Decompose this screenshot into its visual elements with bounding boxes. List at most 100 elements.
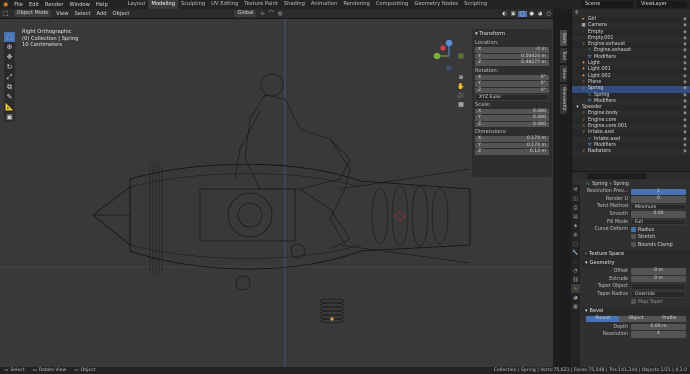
pan-icon[interactable]: ✋ (457, 83, 465, 92)
annotate-icon[interactable]: ✎ (4, 92, 15, 102)
shading-material-icon[interactable]: ◕ (536, 11, 545, 17)
mode-selector[interactable]: Object Mode (13, 10, 52, 17)
texture-space-panel[interactable]: › Texture Space (582, 249, 690, 258)
shading-solid-icon[interactable]: ● (527, 11, 536, 17)
bevel-round-button[interactable]: Round (586, 315, 620, 323)
taper-radius-dropdown[interactable]: Override (631, 291, 686, 298)
view-layer-icon[interactable]: ▤ (571, 212, 580, 221)
navigation-gizmo[interactable] (432, 39, 466, 73)
smooth-row: Smooth 0.00 (583, 211, 690, 219)
transform-header[interactable]: ▾ Transform (472, 29, 552, 39)
bevel-profile-button[interactable]: Profile (652, 315, 686, 323)
scale-icon[interactable]: ⤢ (4, 72, 15, 82)
menu-add[interactable]: Add (94, 11, 110, 17)
select-box-icon[interactable]: ⬚ (4, 32, 15, 42)
geometry-panel[interactable]: ▾ Geometry (582, 258, 690, 267)
outliner-item-icon: ▿ (582, 42, 585, 48)
measure-icon[interactable]: 📐 (4, 102, 15, 112)
dimensions-z-field[interactable]: Z 0.13 m (475, 149, 549, 156)
outliner-item[interactable]: ▿ Radiators ◉ (572, 149, 690, 156)
particles-icon[interactable]: ∴ (571, 257, 580, 266)
cursor-icon[interactable]: ⊕ (4, 42, 15, 52)
menu-help[interactable]: Help (93, 2, 111, 8)
properties-search-input[interactable] (587, 173, 647, 179)
curve-data-tab-icon[interactable]: ∿ (571, 284, 580, 293)
constraints-icon[interactable]: ⛓ (571, 275, 580, 284)
resolution-field[interactable]: 4 (631, 331, 686, 338)
modifier-properties-icon[interactable]: 🔧 (571, 248, 580, 257)
orientation-selector[interactable]: Global (234, 10, 257, 17)
blender-logo-icon[interactable]: ◉ (0, 1, 11, 8)
world-properties-icon[interactable]: ◍ (571, 230, 580, 239)
shading-wire-icon[interactable]: ◯ (517, 10, 528, 17)
xray-icon[interactable]: ▣ (509, 11, 518, 17)
overlay-icon[interactable]: ◐ (500, 11, 509, 17)
tab-scripting[interactable]: Scripting (461, 0, 490, 9)
add-cube-icon[interactable]: ▣ (4, 112, 15, 122)
view-layer-selector[interactable]: ViewLayer (637, 1, 687, 8)
tab-shading[interactable]: Shading (281, 0, 308, 9)
resolution-preview-field[interactable]: 1 (631, 188, 686, 196)
shading-render-icon[interactable]: ○ (544, 11, 553, 17)
render-u-field[interactable]: 0 (631, 196, 686, 203)
snap-icon[interactable]: ⌒ (267, 10, 276, 17)
filter-icon[interactable]: ⚲ (575, 10, 579, 16)
tool-properties-icon[interactable]: ⚒ (571, 185, 580, 194)
depth-field[interactable]: 0.09 m (631, 323, 686, 331)
menu-render[interactable]: Render (42, 2, 66, 8)
tab-sculpting[interactable]: Sculpting (178, 0, 208, 9)
camera-view-icon[interactable]: 🎥 (457, 92, 465, 101)
scene-properties-icon[interactable]: ◈ (571, 221, 580, 230)
sidebar-n-panel: ▾ Transform Location: X -0 m Y 0.50424 m Z… (472, 29, 552, 177)
fill-mode-dropdown[interactable]: Full (631, 218, 686, 226)
move-icon[interactable]: ✥ (4, 52, 15, 62)
taper-object-field[interactable] (631, 283, 686, 290)
smooth-field[interactable]: 0.00 (631, 211, 686, 218)
bounds-clamp-checkbox[interactable]: Bounds Clamp (631, 241, 673, 248)
outliner-tree: ▸ Girl ◉ ■ Camera ◉ · Empty ◉ · Empty.001 ◉ ▿ Engine.… (572, 17, 690, 156)
physics-icon[interactable]: ◔ (571, 266, 580, 275)
3d-viewport[interactable]: Right Orthographic (0) Collection | Spri… (0, 19, 553, 367)
menu-select[interactable]: Select (71, 11, 93, 17)
ortho-toggle-icon[interactable]: ▦ (457, 101, 465, 110)
offset-field[interactable]: 0 m (631, 268, 686, 275)
tab-rendering[interactable]: Rendering (340, 0, 373, 9)
scene-selector[interactable]: Scene (581, 1, 633, 8)
menu-edit[interactable]: Edit (26, 2, 42, 8)
menu-object[interactable]: Object (110, 11, 133, 17)
rotate-icon[interactable]: ↻ (4, 62, 15, 72)
editor-type-icon[interactable]: ⬚ (0, 10, 12, 17)
menu-file[interactable]: File (11, 2, 26, 8)
extrude-field[interactable]: 0 m (631, 275, 686, 283)
radius-checkbox[interactable]: Radius (631, 226, 654, 233)
object-properties-icon[interactable]: ▢ (571, 239, 580, 248)
tab-compositing[interactable]: Compositing (373, 0, 412, 9)
twist-method-dropdown[interactable]: Minimum (631, 203, 686, 211)
visibility-eye-icon[interactable]: ◉ (683, 149, 687, 155)
render-properties-icon[interactable]: ◫ (571, 194, 580, 203)
proportional-icon[interactable]: ◎ (276, 11, 285, 17)
menu-window[interactable]: Window (66, 2, 92, 8)
tab-blenderkit[interactable]: BlenderKit (560, 84, 567, 115)
tab-item[interactable]: Item (560, 30, 567, 47)
tab-layout[interactable]: Layout (125, 0, 149, 9)
tab-modeling[interactable]: Modeling (148, 0, 178, 9)
scale-label: Scale: (475, 101, 491, 108)
tab-geometry-nodes[interactable]: Geometry Nodes (411, 0, 461, 9)
tab-animation[interactable]: Animation (308, 0, 340, 9)
pivot-icon[interactable]: ⊹ (258, 11, 266, 17)
tab-uv-editing[interactable]: UV Editing (208, 0, 241, 9)
zoom-icon[interactable]: ⊕ (457, 74, 465, 83)
tab-texture-paint[interactable]: Texture Paint (241, 0, 280, 9)
bevel-object-button[interactable]: Object (619, 315, 653, 323)
menu-view[interactable]: View (53, 11, 71, 17)
stretch-checkbox[interactable]: Stretch (631, 234, 655, 240)
tab-view[interactable]: View (560, 65, 567, 83)
output-properties-icon[interactable]: ⎙ (571, 203, 580, 212)
map-taper-checkbox[interactable]: Map Taper (631, 298, 663, 305)
material-icon[interactable]: ◕ (571, 293, 580, 302)
texture-icon[interactable]: ▦ (571, 302, 580, 311)
tab-tool[interactable]: Tool (560, 48, 567, 64)
transform-icon[interactable]: ⧉ (4, 82, 15, 92)
bevel-panel[interactable]: ▾ Bevel (582, 306, 690, 315)
